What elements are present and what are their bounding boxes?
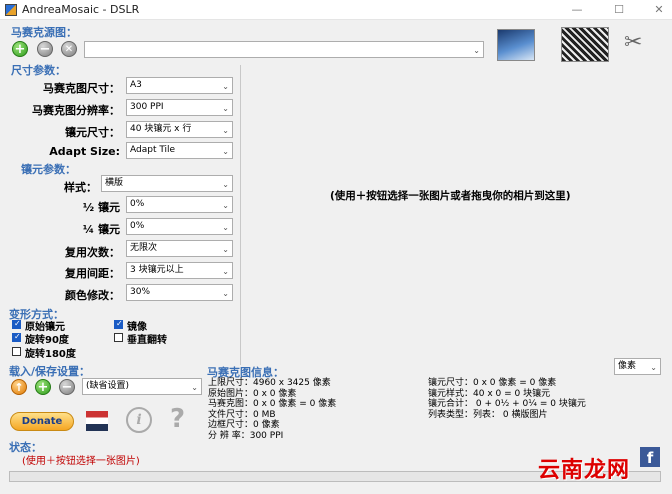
style-select[interactable]: 横版 ⌄ (101, 175, 233, 192)
rotate-180-label: 旋转180度 (25, 349, 76, 360)
info-right: 镶元尺寸：0 x 0 像素 = 0 像素 镶元样式：40 x 0 = 0 块镶元… (428, 378, 586, 420)
half-tile-label: ½ 镶元 (82, 201, 120, 214)
chevron-down-icon: ⌄ (222, 223, 229, 232)
chevron-down-icon: ⌄ (650, 363, 657, 372)
dolphin-thumbnail[interactable] (497, 29, 535, 61)
remove-source-button[interactable]: − (37, 41, 53, 57)
source-path-select[interactable]: ⌄ (84, 41, 484, 58)
chevron-down-icon: ⌄ (222, 289, 229, 298)
info-line: 边框尺寸：0 像素 (208, 420, 280, 430)
color-change-label: 颜色修改： (65, 289, 120, 302)
preset-select[interactable]: (缺省设置) ⌄ (82, 378, 202, 395)
style-label: 样式： (64, 181, 97, 194)
unit-select[interactable]: 像素 ⌄ (614, 358, 661, 375)
mosaic-thumbnail[interactable] (561, 27, 609, 62)
minimize-button[interactable]: — (564, 0, 590, 20)
half-tile-select[interactable]: 0% ⌄ (126, 196, 233, 213)
tile-heading: 镶元参数： (21, 163, 76, 176)
chevron-down-icon: ⌄ (222, 201, 229, 210)
original-tile-checkbox[interactable] (12, 319, 21, 329)
info-line: 上限尺寸：4960 x 3425 像素 (208, 378, 331, 388)
chevron-down-icon: ⌄ (222, 245, 229, 254)
mosaic-size-select[interactable]: A3 ⌄ (126, 77, 233, 94)
rotate-90-label: 旋转90度 (25, 335, 69, 346)
delete-settings-button[interactable]: − (59, 379, 75, 395)
rotate-180-checkbox[interactable] (12, 347, 21, 356)
window-title: AndreaMosaic - DSLR (22, 3, 140, 16)
facebook-icon[interactable]: f (640, 447, 660, 467)
source-heading: 马赛克源图： (11, 26, 77, 39)
info-line: 原始图片：0 x 0 像素 (208, 388, 297, 399)
chevron-down-icon: ⌄ (222, 104, 229, 113)
vertical-flip-checkbox[interactable] (114, 333, 123, 342)
maximize-button[interactable]: ☐ (606, 0, 632, 20)
vertical-flip-label: 垂直翻转 (127, 335, 167, 346)
reuse-distance-select[interactable]: 3 块镶元以上 ⌄ (126, 262, 233, 279)
info-line: 文件尺寸：0 MB (208, 409, 276, 420)
adapt-size-select[interactable]: Adapt Tile ⌄ (126, 142, 233, 159)
quarter-tile-label: ¼ 镶元 (82, 223, 120, 236)
chevron-down-icon: ⌄ (222, 126, 229, 135)
size-heading: 尺寸参数： (11, 64, 66, 77)
color-change-select[interactable]: 30% ⌄ (126, 284, 233, 301)
clear-source-button[interactable]: ✕ (61, 41, 77, 57)
watermark: 云南龙网 (538, 458, 631, 483)
info-line: 镶元样式：40 x 0 = 0 块镶元 (428, 388, 551, 399)
info-line: 镶元合计： 0 + 0½ + 0¼ = 0 块镶元 (428, 399, 586, 409)
app-icon (5, 4, 17, 16)
rotate-90-checkbox[interactable] (12, 332, 21, 342)
info-icon[interactable]: i (126, 407, 152, 433)
add-source-button[interactable]: + (12, 41, 28, 57)
reuse-count-label: 复用次数： (65, 246, 120, 259)
resolution-label: 马赛克图分辨率： (32, 104, 120, 117)
language-flag-icon[interactable] (86, 411, 108, 431)
donate-button[interactable]: Donate (10, 412, 74, 431)
status-message: (使用＋按钮选择一张图片) (22, 456, 140, 467)
chevron-down-icon: ⌄ (222, 267, 229, 276)
info-line: 列表类型：列表： 0 横版图片 (428, 409, 548, 420)
tools-icon[interactable]: ✂ (624, 30, 642, 55)
info-line: 分 辨 率：300 PPI (208, 430, 284, 441)
chevron-down-icon: ⌄ (222, 82, 229, 91)
info-left: 上限尺寸：4960 x 3425 像素 原始图片：0 x 0 像素 马赛克图：0… (208, 378, 336, 441)
resolution-select[interactable]: 300 PPI ⌄ (126, 99, 233, 116)
size-label: 马赛克图尺寸： (43, 82, 120, 95)
chevron-down-icon: ⌄ (473, 46, 480, 55)
load-settings-button[interactable]: ↑ (11, 379, 27, 395)
adapt-size-label: Adapt Size: (49, 145, 120, 158)
save-settings-button[interactable]: + (35, 379, 51, 395)
info-line: 镶元尺寸：0 x 0 像素 = 0 像素 (428, 378, 557, 388)
chevron-down-icon: ⌄ (191, 383, 198, 392)
help-icon[interactable]: ? (170, 404, 185, 434)
mirror-checkbox[interactable] (114, 319, 123, 329)
info-line: 马赛克图：0 x 0 像素 = 0 像素 (208, 399, 337, 409)
tile-size-label: 镶元尺寸： (65, 126, 120, 139)
close-button[interactable]: ✕ (646, 0, 672, 20)
reuse-count-select[interactable]: 无限次 ⌄ (126, 240, 233, 257)
quarter-tile-select[interactable]: 0% ⌄ (126, 218, 233, 235)
preview-drop-area[interactable] (241, 64, 672, 360)
reuse-distance-label: 复用间距： (65, 267, 120, 280)
preview-hint: (使用＋按钮选择一张图片或者拖曳你的相片到这里) (330, 190, 571, 202)
tile-size-select[interactable]: 40 块镶元 x 行 ⌄ (126, 121, 233, 138)
chevron-down-icon: ⌄ (222, 147, 229, 156)
load-save-heading: 载入/保存设置： (9, 365, 91, 378)
chevron-down-icon: ⌄ (222, 180, 229, 189)
